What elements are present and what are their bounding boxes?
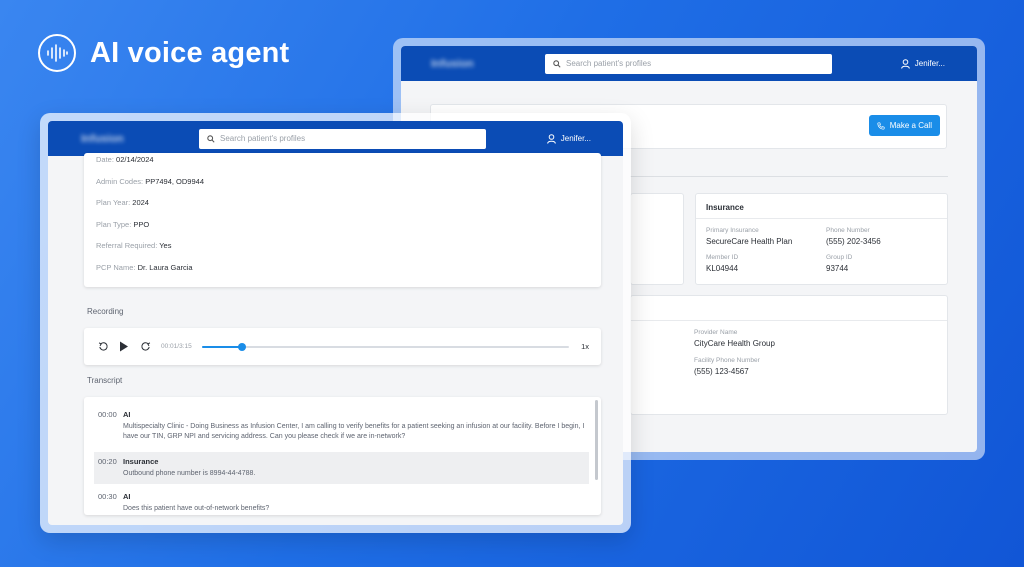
plan-row-admin-codes: Admin Codes: PP7494, OD9944 [96, 177, 204, 186]
rewind-button[interactable] [96, 340, 110, 354]
recording-label: Recording [87, 307, 124, 316]
provider-name-label: Provider Name [694, 329, 738, 336]
transcript-entry: 00:30 AI Does this patient have out-of-n… [94, 487, 589, 515]
audio-player: 00:01/3:15 1x [84, 328, 601, 365]
back-logo: Infusion [431, 57, 474, 70]
insurance-title: Insurance [706, 203, 744, 212]
search-icon [553, 59, 561, 68]
member-id-value: KL04944 [706, 264, 739, 273]
play-button[interactable] [117, 340, 131, 354]
transcript-time: 00:00 [98, 410, 117, 419]
facility-phone-label: Facility Phone Number [694, 357, 760, 364]
primary-insurance-value: SecureCare Health Plan [706, 237, 793, 246]
hero-brand: AI voice agent [38, 34, 289, 72]
make-call-label: Make a Call [889, 121, 932, 130]
transcript-text: Does this patient have out-of-network be… [123, 505, 270, 512]
patient-info-card [630, 193, 684, 285]
front-search-placeholder: Search patient's profiles [220, 134, 306, 143]
divider [630, 176, 948, 177]
play-icon [120, 341, 128, 352]
hero-title: AI voice agent [90, 36, 290, 69]
playback-slider[interactable] [201, 342, 570, 351]
transcript-time: 00:30 [98, 492, 117, 501]
plan-row-pcp-name: PCP Name: Dr. Laura Garcia [96, 263, 193, 272]
back-user-menu[interactable]: Jenifer... [900, 58, 945, 69]
forward-icon [140, 342, 150, 351]
make-call-button[interactable]: Make a Call [868, 115, 940, 136]
group-id-label: Group ID [826, 254, 853, 261]
front-search-input[interactable]: Search patient's profiles [199, 128, 486, 149]
member-id-label: Member ID [706, 254, 739, 261]
front-user-name: Jenifer... [560, 134, 591, 143]
primary-insurance-label: Primary Insurance [706, 227, 759, 234]
search-icon [207, 134, 215, 143]
transcript-speaker: AI [123, 492, 131, 501]
phone-number-label: Phone Number [826, 227, 870, 234]
forward-button[interactable] [138, 340, 152, 354]
plan-row-referral: Referral Required: Yes [96, 241, 172, 250]
divider [696, 218, 947, 219]
transcript-entry: 00:00 AI Multispecialty Clinic - Doing B… [94, 405, 589, 447]
playback-speed[interactable]: 1x [581, 342, 589, 351]
back-search-input[interactable]: Search patient's profiles [545, 53, 832, 74]
divider [631, 320, 947, 321]
rewind-icon [98, 342, 108, 351]
provider-card: Provider Name CityCare Health Group Faci… [630, 295, 948, 415]
playback-time: 00:01/3:15 [161, 343, 192, 350]
transcript-text: Multispecialty Clinic - Doing Business a… [123, 423, 585, 440]
user-icon [900, 58, 910, 69]
transcript-panel: 00:00 AI Multispecialty Clinic - Doing B… [84, 397, 601, 515]
provider-name-value: CityCare Health Group [694, 339, 775, 348]
plan-details-card: Date: 02/14/2024 Admin Codes: PP7494, OD… [84, 153, 601, 287]
phone-number-value: (555) 202-3456 [826, 237, 881, 246]
transcript-speaker: AI [123, 410, 131, 419]
transcript-speaker: Insurance [123, 457, 159, 466]
transcript-time: 00:20 [98, 457, 117, 466]
transcript-label: Transcript [87, 376, 123, 385]
back-search-placeholder: Search patient's profiles [566, 59, 652, 68]
plan-row-plan-type: Plan Type: PPO [96, 220, 150, 229]
insurance-card: Insurance Primary Insurance SecureCare H… [695, 193, 948, 285]
back-topbar: Infusion Search patient's profiles Jenif… [401, 46, 977, 81]
transcript-scrollbar[interactable] [595, 400, 598, 480]
transcript-entry: 00:20 Insurance Outbound phone number is… [94, 452, 589, 484]
phone-icon [877, 121, 885, 130]
transcript-text: Outbound phone number is 8994-44-4788. [123, 470, 256, 477]
playback-knob[interactable] [238, 342, 247, 351]
facility-phone-value: (555) 123-4567 [694, 367, 749, 376]
front-logo: Infusion [81, 132, 124, 145]
front-user-menu[interactable]: Jenifer... [546, 133, 591, 144]
group-id-value: 93744 [826, 264, 849, 273]
front-window: Infusion Search patient's profiles Jenif… [40, 113, 631, 533]
user-icon [546, 133, 556, 144]
plan-row-date: Date: 02/14/2024 [96, 155, 154, 164]
back-user-name: Jenifer... [914, 59, 945, 68]
front-topbar: Infusion Search patient's profiles Jenif… [48, 121, 623, 156]
plan-row-plan-year: Plan Year: 2024 [96, 198, 149, 207]
waveform-icon [38, 34, 76, 72]
playback-progress [201, 345, 243, 348]
